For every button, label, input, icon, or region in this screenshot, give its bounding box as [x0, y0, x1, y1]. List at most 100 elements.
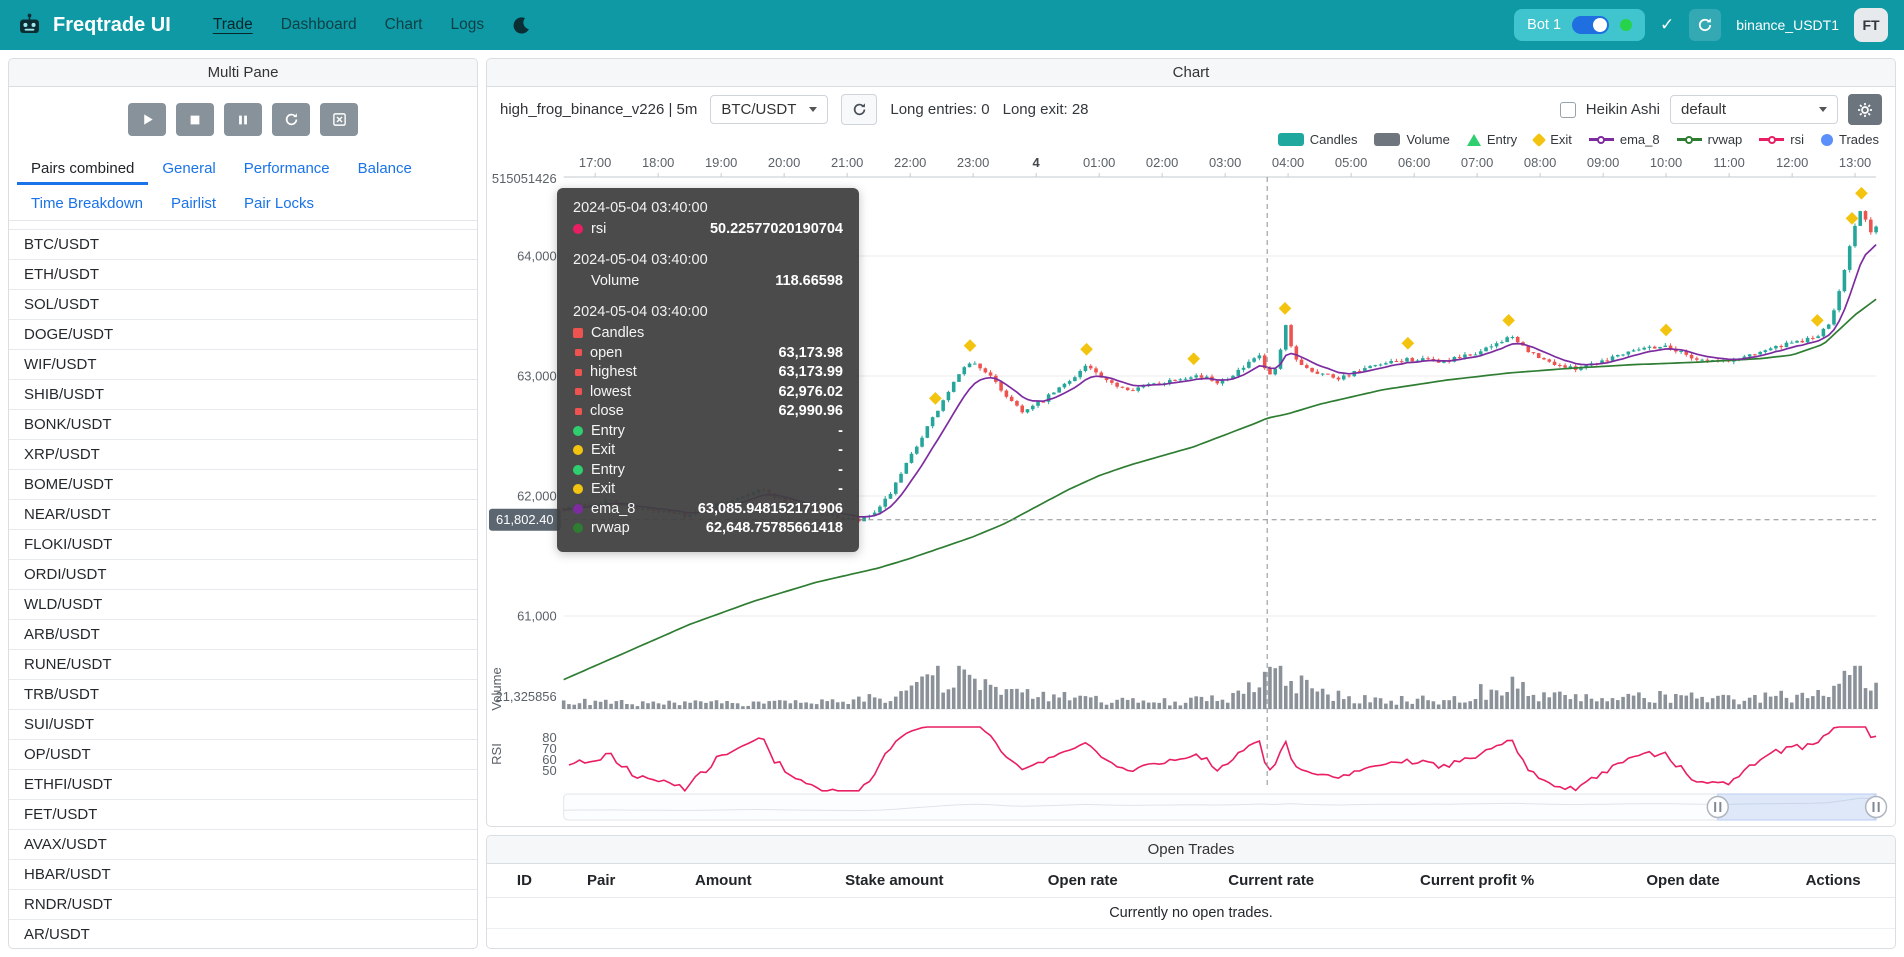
tab-pairlist[interactable]: Pairlist — [157, 185, 230, 220]
pair-list-item[interactable]: DOGE/USDT — [9, 320, 477, 350]
reload-icon — [284, 112, 299, 127]
chart-toolbar-right: Heikin Ashi default — [1560, 94, 1882, 125]
legend-swatch — [1467, 134, 1481, 146]
multi-pane-panel: Multi Pane Pairs combinedGeneralPerforma… — [8, 58, 478, 949]
chart-canvas[interactable]: 64,00063,00062,00061,00051505142617:0018… — [487, 150, 1895, 826]
avatar[interactable]: FT — [1854, 8, 1888, 42]
open-trades-title: Open Trades — [487, 836, 1895, 864]
heikin-ashi-checkbox[interactable] — [1560, 102, 1576, 118]
pair-list-item[interactable]: ARB/USDT — [9, 620, 477, 650]
svg-text:50: 50 — [542, 763, 556, 778]
plot-config-select[interactable]: default — [1670, 95, 1838, 124]
pair-list-item[interactable]: NEAR/USDT — [9, 500, 477, 530]
svg-text:07:00: 07:00 — [1461, 155, 1493, 170]
legend-ema_8[interactable]: ema_8 — [1589, 132, 1660, 147]
pair-list-item[interactable]: TRB/USDT — [9, 680, 477, 710]
pause-icon — [236, 113, 250, 127]
pair-list-item[interactable]: HBAR/USDT — [9, 860, 477, 890]
refresh-bot-button[interactable] — [1689, 9, 1721, 41]
legend-swatch — [1589, 138, 1614, 141]
svg-text:08:00: 08:00 — [1524, 155, 1556, 170]
pair-select[interactable]: BTC/USDT — [710, 95, 828, 124]
legend-trades[interactable]: Trades — [1821, 132, 1879, 147]
pair-list-item[interactable]: XRP/USDT — [9, 440, 477, 470]
bot-toggle[interactable] — [1572, 16, 1609, 34]
svg-text:10:00: 10:00 — [1650, 155, 1682, 170]
pair-list-item[interactable]: ETHFI/USDT — [9, 770, 477, 800]
legend-exit[interactable]: Exit — [1534, 132, 1572, 147]
tab-balance[interactable]: Balance — [344, 150, 426, 185]
svg-text:12:00: 12:00 — [1776, 155, 1808, 170]
tab-general[interactable]: General — [148, 150, 229, 185]
trades-column-current-profit-: Current profit % — [1365, 872, 1588, 889]
pair-list-item[interactable]: BONK/USDT — [9, 410, 477, 440]
pair-list-item[interactable]: WIF/USDT — [9, 350, 477, 380]
legend-swatch — [1278, 133, 1304, 146]
tab-performance[interactable]: Performance — [230, 150, 344, 185]
pair-list-item[interactable]: FLOKI/USDT — [9, 530, 477, 560]
plot-settings-button[interactable] — [1848, 94, 1882, 125]
tab-pair-locks[interactable]: Pair Locks — [230, 185, 328, 220]
moon-icon[interactable] — [512, 16, 531, 35]
pair-list-item[interactable]: WLD/USDT — [9, 590, 477, 620]
pair-list-item[interactable]: AR/USDT — [9, 920, 477, 948]
sidebar-tabs: Pairs combinedGeneralPerformanceBalance T… — [9, 150, 477, 221]
stop-button[interactable] — [176, 103, 214, 136]
legend-candles[interactable]: Candles — [1278, 132, 1358, 147]
nav-link-logs[interactable]: Logs — [450, 16, 484, 34]
pair-list-item[interactable]: SUI/USDT — [9, 710, 477, 740]
svg-text:21,325856: 21,325856 — [496, 689, 557, 704]
pair-list-item[interactable]: SHIB/USDT — [9, 380, 477, 410]
legend-entry[interactable]: Entry — [1467, 132, 1517, 147]
legend-rvwap[interactable]: rvwap — [1677, 132, 1743, 147]
chart-refresh-button[interactable] — [841, 94, 877, 125]
svg-text:04:00: 04:00 — [1272, 155, 1304, 170]
pair-list-item[interactable]: AVAX/USDT — [9, 830, 477, 860]
pair-list-item[interactable]: ETH/USDT — [9, 260, 477, 290]
trades-column-current-rate: Current rate — [1177, 872, 1365, 889]
legend-swatch — [1374, 133, 1400, 146]
nav-link-chart[interactable]: Chart — [385, 16, 423, 34]
app-title: Freqtrade UI — [53, 14, 171, 37]
trades-empty-row: Currently no open trades. — [487, 898, 1895, 929]
chart-panel: Chart high_frog_binance_v226 | 5m BTC/US… — [486, 58, 1896, 827]
pair-list-item[interactable]: SOL/USDT — [9, 290, 477, 320]
bot-controls — [9, 87, 477, 150]
bot-online-dot — [1620, 19, 1632, 31]
legend-label: Exit — [1550, 132, 1572, 147]
navbar: Freqtrade UI Trade Dashboard Chart Logs Bot… — [0, 0, 1904, 50]
play-icon — [140, 112, 155, 127]
svg-text:20:00: 20:00 — [768, 155, 800, 170]
svg-text:62,000: 62,000 — [517, 488, 557, 503]
svg-text:06:00: 06:00 — [1398, 155, 1430, 170]
legend-label: Volume — [1406, 132, 1449, 147]
svg-text:61,000: 61,000 — [517, 608, 557, 623]
legend-volume[interactable]: Volume — [1374, 132, 1449, 147]
svg-text:RSI: RSI — [489, 743, 504, 765]
legend-rsi[interactable]: rsi — [1759, 132, 1804, 147]
reload-config-button[interactable] — [272, 103, 310, 136]
start-button[interactable] — [128, 103, 166, 136]
long-exit-label: Long exit: 28 — [1003, 101, 1089, 118]
app-logo[interactable]: Freqtrade UI — [16, 12, 171, 39]
trades-column-id: ID — [493, 872, 556, 889]
nav-links: Trade Dashboard Chart Logs — [199, 16, 498, 34]
nav-link-trade[interactable]: Trade — [213, 16, 253, 34]
pair-list-item[interactable]: ORDI/USDT — [9, 560, 477, 590]
pair-list-item[interactable]: BTC/USDT — [9, 229, 477, 260]
force-exit-button[interactable] — [320, 103, 358, 136]
pair-list-item[interactable]: BOME/USDT — [9, 470, 477, 500]
pair-list-item[interactable]: OP/USDT — [9, 740, 477, 770]
nav-link-dashboard[interactable]: Dashboard — [281, 16, 357, 34]
tab-time-breakdown[interactable]: Time Breakdown — [17, 185, 157, 220]
pair-list-item[interactable]: RNDR/USDT — [9, 890, 477, 920]
svg-text:01:00: 01:00 — [1083, 155, 1115, 170]
pair-list-item[interactable]: RUNE/USDT — [9, 650, 477, 680]
legend-swatch — [1532, 132, 1546, 146]
bot-selector[interactable]: Bot 1 — [1514, 9, 1645, 41]
pair-select-value: BTC/USDT — [721, 101, 799, 118]
pause-button[interactable] — [224, 103, 262, 136]
pair-list-item[interactable]: FET/USDT — [9, 800, 477, 830]
tab-pairs-combined[interactable]: Pairs combined — [17, 150, 148, 185]
svg-text:11:00: 11:00 — [1713, 155, 1744, 170]
